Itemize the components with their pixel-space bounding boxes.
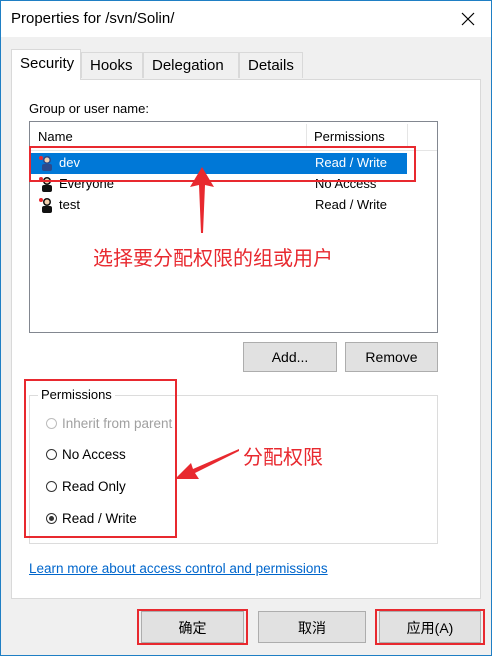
- row-name: test: [59, 197, 80, 212]
- radio-label: No Access: [62, 447, 126, 462]
- close-button[interactable]: [445, 1, 491, 37]
- list-header: Name Permissions: [30, 122, 437, 151]
- cancel-button[interactable]: 取消: [258, 611, 366, 643]
- window-title: Properties for /svn/Solin/: [11, 10, 175, 27]
- annotation-assign: 分配权限: [243, 445, 323, 469]
- row-name: Everyone: [59, 176, 114, 191]
- radio-label: Inherit from parent: [62, 416, 173, 431]
- radio-label: Read / Write: [62, 511, 137, 526]
- add-button[interactable]: Add...: [243, 342, 337, 372]
- tab-hooks[interactable]: Hooks: [81, 52, 143, 78]
- radio-no-access[interactable]: No Access: [46, 447, 126, 462]
- annotation-select-group: 选择要分配权限的组或用户: [93, 246, 333, 270]
- security-panel: Group or user name: Name Permissions dev…: [11, 79, 481, 599]
- radio-label: Read Only: [62, 479, 126, 494]
- row-name: dev: [59, 155, 80, 170]
- tab-details[interactable]: Details: [239, 52, 303, 78]
- tab-delegation[interactable]: Delegation: [143, 52, 239, 78]
- radio-circle-icon: [46, 448, 57, 460]
- tab-security[interactable]: Security: [11, 49, 81, 80]
- row-permission: Read / Write: [315, 197, 388, 212]
- column-name[interactable]: Name: [30, 122, 306, 150]
- user-list[interactable]: Name Permissions dev Read / Write Everyo…: [29, 121, 438, 333]
- group-icon: [39, 177, 52, 192]
- properties-dialog: Properties for /svn/Solin/ Security Hook…: [0, 0, 492, 656]
- row-permission: No Access: [315, 176, 377, 191]
- access-control-help-link[interactable]: Learn more about access control and perm…: [29, 561, 328, 576]
- ok-button[interactable]: 确定: [141, 611, 244, 643]
- radio-read-only[interactable]: Read Only: [46, 479, 126, 494]
- annotation-arrow-left-icon: [175, 449, 239, 479]
- user-icon: [39, 198, 52, 213]
- row-permission: Read / Write: [315, 155, 388, 170]
- radio-read-write[interactable]: Read / Write: [46, 511, 137, 526]
- title-bar: Properties for /svn/Solin/: [1, 1, 491, 37]
- radio-circle-icon: [46, 480, 57, 492]
- list-row-dev[interactable]: dev Read / Write: [31, 153, 407, 174]
- remove-button[interactable]: Remove: [345, 342, 438, 372]
- close-icon: [461, 12, 475, 26]
- radio-inherit-from-parent[interactable]: Inherit from parent: [46, 416, 172, 431]
- group-icon: [39, 156, 52, 171]
- group-label: Group or user name:: [29, 101, 149, 116]
- column-permissions[interactable]: Permissions: [306, 122, 406, 150]
- list-row-everyone[interactable]: Everyone No Access: [31, 174, 407, 195]
- radio-dot-icon: [46, 512, 57, 524]
- list-row-test[interactable]: test Read / Write: [31, 195, 407, 216]
- apply-button[interactable]: 应用(A): [379, 611, 481, 643]
- column-separator: [407, 124, 408, 148]
- radio-circle-icon: [46, 417, 57, 429]
- permissions-title: Permissions: [38, 387, 115, 402]
- annotation-arrow-up-icon: [190, 167, 214, 233]
